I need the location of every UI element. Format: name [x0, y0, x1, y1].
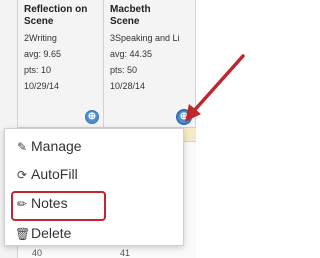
- annotation-arrow-icon: [185, 54, 245, 122]
